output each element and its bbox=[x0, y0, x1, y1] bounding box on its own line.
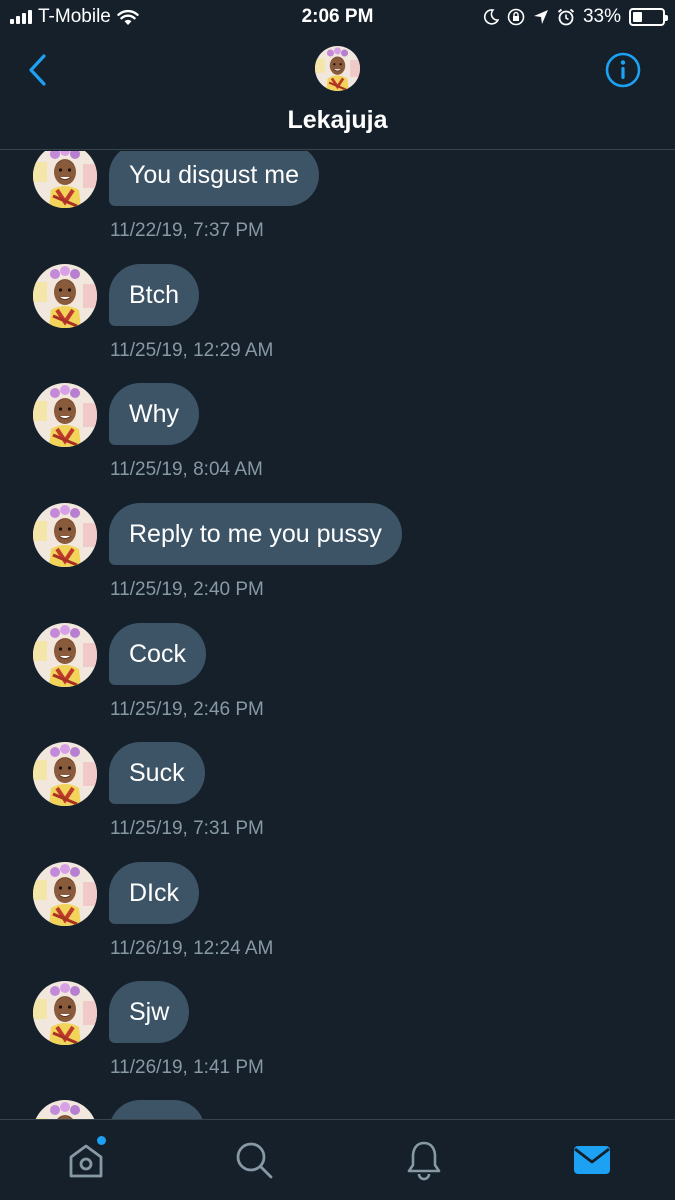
tab-bar bbox=[0, 1119, 675, 1200]
tab-notifications[interactable] bbox=[402, 1138, 446, 1182]
sender-avatar[interactable] bbox=[33, 742, 97, 806]
envelope-icon bbox=[574, 1146, 610, 1174]
message-bubble[interactable] bbox=[109, 1100, 205, 1119]
avatar-illustration bbox=[33, 862, 97, 926]
avatar-illustration bbox=[33, 503, 97, 567]
message-item: Cock 11/25/19, 2:46 PM bbox=[0, 623, 675, 743]
message-item: Btch 11/25/19, 12:29 AM bbox=[0, 264, 675, 384]
message-list[interactable]: You disgust me 11/22/19, 7:37 PM Btch 11… bbox=[0, 151, 675, 1119]
message-bubble[interactable]: Btch bbox=[109, 264, 200, 326]
sender-avatar[interactable] bbox=[33, 862, 97, 926]
chevron-left-icon bbox=[29, 54, 46, 86]
conversation-title[interactable]: Lekajuja bbox=[0, 106, 675, 135]
location-icon bbox=[533, 10, 548, 24]
message-item bbox=[0, 1100, 675, 1119]
message-bubble[interactable]: Sjw bbox=[109, 981, 190, 1043]
avatar-illustration bbox=[33, 264, 97, 328]
message-bubble[interactable]: Why bbox=[109, 383, 199, 445]
sender-avatar[interactable] bbox=[33, 981, 97, 1045]
unread-dot bbox=[97, 1136, 106, 1145]
tab-home[interactable] bbox=[64, 1136, 108, 1182]
message-timestamp: 11/26/19, 12:24 AM bbox=[110, 938, 274, 959]
avatar-illustration bbox=[33, 1100, 97, 1119]
avatar-illustration bbox=[315, 46, 360, 91]
sender-avatar[interactable] bbox=[33, 151, 97, 208]
sender-avatar[interactable] bbox=[33, 264, 97, 328]
avatar-illustration bbox=[33, 981, 97, 1045]
battery-percent: 33% bbox=[582, 6, 621, 27]
orientation-lock-icon bbox=[507, 8, 525, 26]
message-item: Sjw 11/26/19, 1:41 PM bbox=[0, 981, 675, 1101]
message-item: Reply to me you pussy 11/25/19, 2:40 PM bbox=[0, 503, 675, 623]
info-icon bbox=[605, 52, 641, 88]
message-bubble[interactable]: Cock bbox=[109, 623, 206, 685]
message-timestamp: 11/22/19, 7:37 PM bbox=[110, 220, 264, 241]
info-button[interactable] bbox=[605, 52, 641, 88]
message-timestamp: 11/25/19, 12:29 AM bbox=[110, 340, 274, 361]
message-timestamp: 11/26/19, 1:41 PM bbox=[110, 1057, 264, 1078]
message-item: You disgust me 11/22/19, 7:37 PM bbox=[0, 151, 675, 264]
message-item: Why 11/25/19, 8:04 AM bbox=[0, 383, 675, 503]
message-bubble[interactable]: DIck bbox=[109, 862, 199, 924]
status-bar: T-Mobile 2:06 PM 33% bbox=[0, 0, 675, 36]
message-bubble[interactable]: Reply to me you pussy bbox=[109, 503, 402, 565]
tab-search[interactable] bbox=[232, 1138, 276, 1182]
avatar-illustration bbox=[33, 383, 97, 447]
battery-fill bbox=[633, 12, 643, 22]
message-timestamp: 11/25/19, 8:04 AM bbox=[110, 459, 263, 480]
message-bubble[interactable]: Suck bbox=[109, 742, 205, 804]
alarm-icon bbox=[557, 8, 575, 26]
avatar-illustration bbox=[33, 151, 97, 208]
tab-messages[interactable] bbox=[570, 1138, 614, 1182]
status-right: 33% bbox=[483, 6, 668, 28]
message-item: Suck 11/25/19, 7:31 PM bbox=[0, 742, 675, 862]
avatar-illustration bbox=[33, 623, 97, 687]
avatar-illustration bbox=[33, 742, 97, 806]
sender-avatar[interactable] bbox=[33, 503, 97, 567]
battery-icon bbox=[629, 8, 668, 26]
moon-icon bbox=[483, 9, 499, 25]
message-bubble[interactable]: You disgust me bbox=[109, 151, 320, 206]
message-timestamp: 11/25/19, 2:46 PM bbox=[110, 699, 264, 720]
message-item: DIck 11/26/19, 12:24 AM bbox=[0, 862, 675, 982]
back-button[interactable] bbox=[24, 52, 54, 88]
conversation-header: Lekajuja bbox=[0, 36, 675, 150]
search-icon bbox=[236, 1142, 273, 1179]
sender-avatar[interactable] bbox=[33, 383, 97, 447]
message-timestamp: 11/25/19, 2:40 PM bbox=[110, 579, 264, 600]
header-avatar[interactable] bbox=[315, 46, 360, 91]
sender-avatar[interactable] bbox=[33, 1100, 97, 1119]
message-timestamp: 11/25/19, 7:31 PM bbox=[110, 818, 264, 839]
sender-avatar[interactable] bbox=[33, 623, 97, 687]
bell-icon bbox=[407, 1141, 441, 1181]
